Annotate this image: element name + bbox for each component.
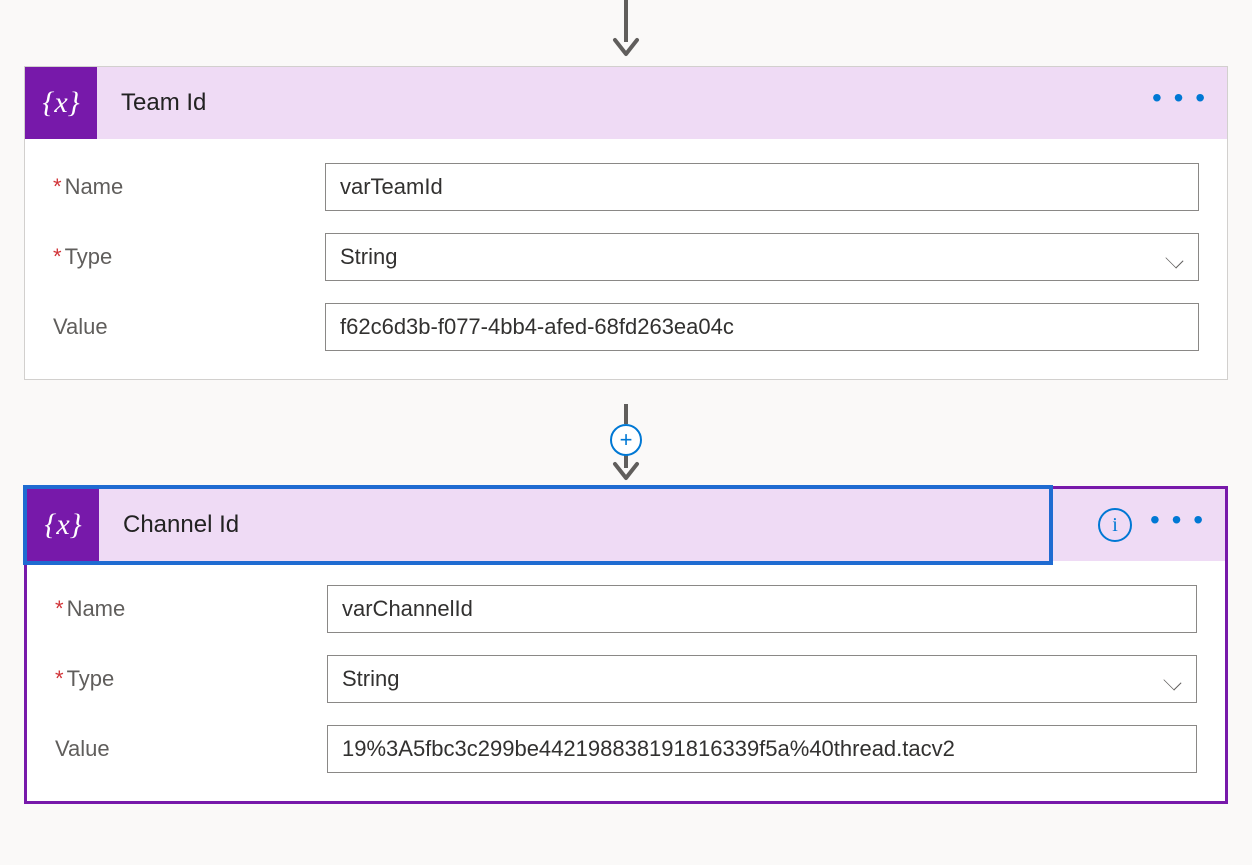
field-label-type: *Type [53,244,325,270]
field-row-value: Value f62c6d3b-f077-4bb4-afed-68fd263ea0… [53,303,1199,351]
field-label-value: Value [53,314,325,340]
flow-canvas: {x} Team Id • • • *Name varTeamId *Type … [0,0,1252,865]
card-title: Team Id [121,89,206,117]
card-title: Channel Id [123,511,239,539]
field-row-value: Value 19%3A5fbc3c299be442198838191816339… [55,725,1197,773]
add-step-button[interactable]: + [610,424,642,456]
card-header[interactable]: {x} Team Id • • • [25,67,1227,139]
variable-icon: {x} [25,67,97,139]
field-row-name: *Name varTeamId [53,163,1199,211]
card-header[interactable]: {x} Channel Id [27,489,1049,561]
name-input[interactable]: varChannelId [327,585,1197,633]
card-body: *Name varChannelId *Type String Value 19… [27,561,1225,801]
field-row-type: *Type String [55,655,1197,703]
value-input[interactable]: f62c6d3b-f077-4bb4-afed-68fd263ea04c [325,303,1199,351]
name-input[interactable]: varTeamId [325,163,1199,211]
variable-icon: {x} [27,489,99,561]
field-row-name: *Name varChannelId [55,585,1197,633]
type-select[interactable]: String [327,655,1197,703]
connector-arrow-top [611,0,641,60]
more-menu-button[interactable]: • • • [1150,520,1205,530]
type-select[interactable]: String [325,233,1199,281]
field-label-value: Value [55,736,327,762]
card-body: *Name varTeamId *Type String Value f62c6… [25,139,1227,379]
more-menu-button[interactable]: • • • [1152,98,1207,108]
value-input[interactable]: 19%3A5fbc3c299be442198838191816339f5a%40… [327,725,1197,773]
field-label-type: *Type [55,666,327,692]
info-icon[interactable]: i [1098,508,1132,542]
field-label-name: *Name [55,596,327,622]
field-label-name: *Name [53,174,325,200]
field-row-type: *Type String [53,233,1199,281]
action-card-channel-id[interactable]: {x} Channel Id i • • • *Name varChannelI… [24,486,1228,804]
action-card-team-id[interactable]: {x} Team Id • • • *Name varTeamId *Type … [24,66,1228,380]
